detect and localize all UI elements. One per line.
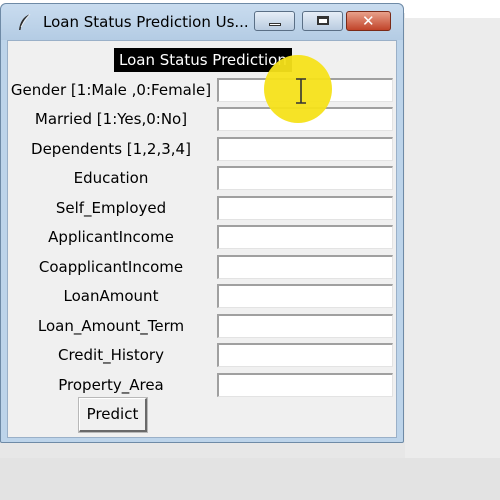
label-coapplicant-income: CoapplicantIncome (38, 258, 184, 276)
close-icon: ✕ (362, 12, 375, 30)
desktop-background-bottom (0, 458, 500, 500)
self-employed-input[interactable] (217, 196, 393, 220)
label-dependents: Dependents [1,2,3,4] (31, 140, 191, 158)
form-heading: Loan Status Prediction (114, 48, 292, 72)
label-credit-history: Credit_History (58, 346, 164, 364)
window-title: Loan Status Prediction Us... (43, 13, 249, 31)
title-bar[interactable]: Loan Status Prediction Us... ✕ (1, 4, 403, 40)
label-married: Married [1:Yes,0:No] (34, 110, 188, 128)
form-area: Loan Status Prediction Gender [1:Male ,0… (7, 40, 397, 438)
close-button[interactable]: ✕ (346, 11, 391, 31)
maximize-button[interactable] (302, 11, 343, 31)
loan-amount-term-input[interactable] (217, 314, 393, 338)
label-applicant-income: ApplicantIncome (48, 228, 174, 246)
property-area-input[interactable] (217, 373, 393, 397)
feather-icon (19, 13, 31, 30)
education-input[interactable] (217, 166, 393, 190)
label-education: Education (73, 169, 149, 187)
label-property-area: Property_Area (58, 376, 164, 394)
coapplicant-income-input[interactable] (217, 255, 393, 279)
credit-history-input[interactable] (217, 343, 393, 367)
loan-amount-input[interactable] (217, 284, 393, 308)
text-cursor-icon (296, 78, 306, 104)
label-loan-amount: LoanAmount (63, 287, 159, 305)
desktop-background-strip (405, 18, 500, 458)
app-window: Loan Status Prediction Us... ✕ Loan Stat… (0, 3, 404, 443)
label-gender: Gender [1:Male ,0:Female] (10, 81, 212, 99)
minimize-icon (269, 23, 281, 26)
applicant-income-input[interactable] (217, 225, 393, 249)
dependents-input[interactable] (217, 137, 393, 161)
maximize-icon (317, 16, 329, 25)
predict-button[interactable]: Predict (78, 397, 148, 433)
minimize-button[interactable] (254, 11, 295, 31)
label-self-employed: Self_Employed (55, 199, 167, 217)
label-loan-amount-term: Loan_Amount_Term (37, 317, 185, 335)
